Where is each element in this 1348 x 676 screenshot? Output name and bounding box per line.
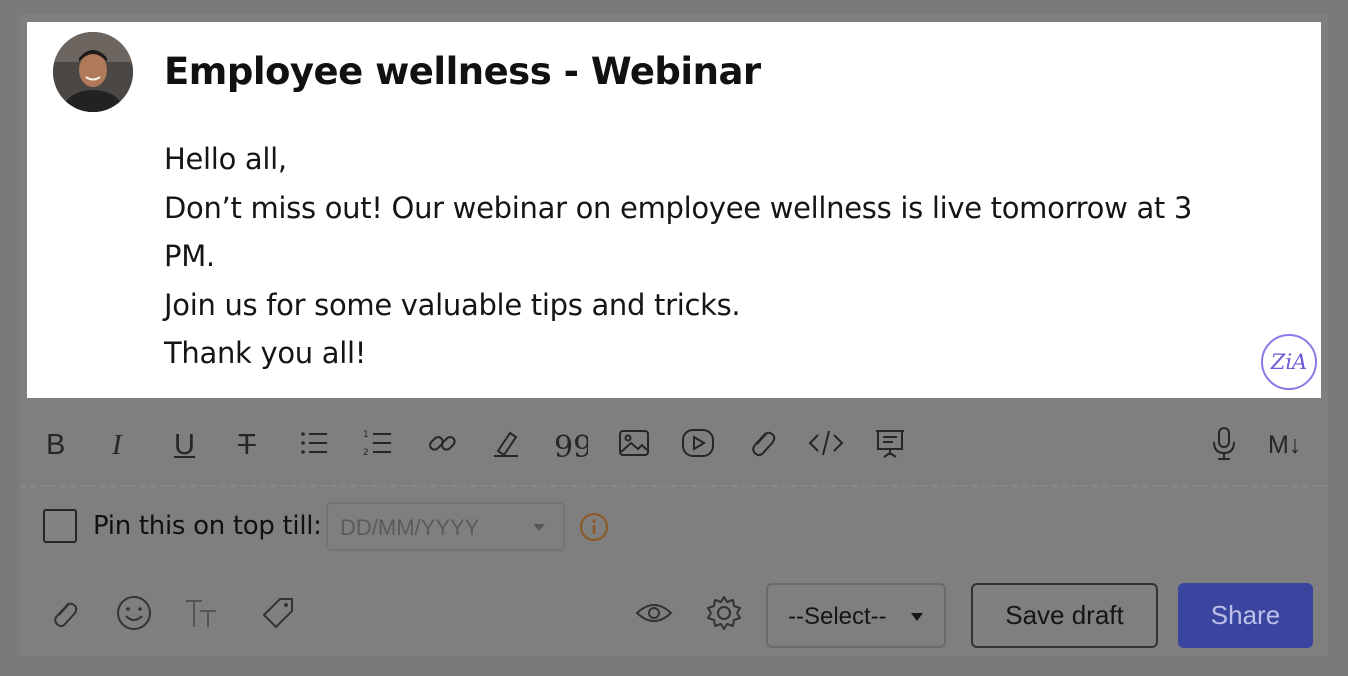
pin-label: Pin this on top till: [93,511,322,541]
text-size-icon[interactable] [182,593,222,633]
bold-icon[interactable]: B [46,427,65,463]
presentation-icon[interactable] [872,425,908,461]
markdown-icon[interactable]: M↓ [1268,427,1301,463]
underline-icon[interactable]: U [174,427,195,463]
pin-checkbox[interactable] [43,509,77,543]
audience-select[interactable]: --Select-- [766,583,946,648]
body-line: Hello all, [164,142,287,176]
pin-row: Pin this on top till: DD/MM/YYYY [20,487,1328,567]
select-value: --Select-- [788,603,887,630]
format-toolbar: B I U T 12 99 M↓ [20,405,1328,485]
post-body[interactable]: Hello all, Don’t miss out! Our webinar o… [164,135,1224,378]
zia-label: ZiA [1270,350,1308,374]
svg-text:99: 99 [554,430,588,461]
numbered-list-icon[interactable]: 12 [360,425,396,461]
tag-icon[interactable] [258,593,298,633]
post-title: Employee wellness - Webinar [164,50,761,93]
code-icon[interactable] [808,425,844,461]
save-draft-button[interactable]: Save draft [971,583,1158,648]
bulleted-list-icon[interactable] [296,425,332,461]
link-icon[interactable] [424,425,460,461]
emoji-icon[interactable] [114,593,154,633]
video-icon[interactable] [680,425,716,461]
image-icon[interactable] [616,425,652,461]
share-button[interactable]: Share [1178,583,1313,648]
attachment-link-icon[interactable] [744,425,780,461]
microphone-icon[interactable] [1206,425,1242,461]
zia-assistant-button[interactable]: ZiA [1261,334,1317,390]
body-line: Thank you all! [164,336,367,370]
italic-icon[interactable]: I [112,427,122,463]
pin-date-input[interactable]: DD/MM/YYYY [326,502,565,551]
settings-gear-icon[interactable] [704,593,744,633]
body-line: Don’t miss out! Our webinar on employee … [164,190,1201,274]
body-line: Join us for some valuable tips and trick… [164,287,741,322]
attach-icon[interactable] [44,593,84,633]
info-icon[interactable] [578,511,610,543]
quote-icon[interactable]: 99 [552,425,588,461]
chevron-down-icon [533,524,545,531]
preview-eye-icon[interactable] [634,593,674,633]
post-editor[interactable]: Employee wellness - Webinar Hello all, D… [27,22,1321,398]
date-placeholder: DD/MM/YYYY [340,515,480,540]
svg-text:1: 1 [363,430,369,440]
avatar [53,32,133,112]
svg-text:2: 2 [363,448,369,458]
strikethrough-icon[interactable]: T [238,427,256,463]
highlighter-icon[interactable] [488,425,524,461]
chevron-down-icon [911,613,923,621]
bottom-bar: --Select-- Save draft Share [20,569,1328,656]
